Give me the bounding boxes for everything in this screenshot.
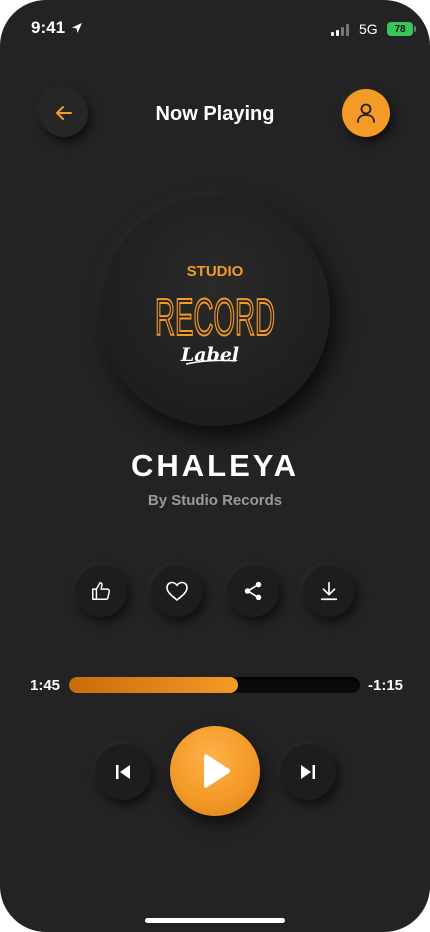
share-button[interactable] xyxy=(227,565,279,617)
network-label: 5G xyxy=(359,21,378,37)
play-icon xyxy=(204,754,230,788)
song-artist: By Studio Records xyxy=(147,492,283,509)
thumbs-up-icon xyxy=(92,582,111,600)
like-button[interactable] xyxy=(75,565,127,617)
previous-button[interactable] xyxy=(95,744,151,800)
skip-previous-icon xyxy=(116,765,130,779)
battery-level: 78 xyxy=(394,23,406,35)
elapsed-time: 1:45 xyxy=(30,677,61,694)
studio-record-label-logo: STUDIO RECORD Label xyxy=(154,263,276,366)
progress-fill xyxy=(69,677,238,693)
battery-cap xyxy=(414,26,416,32)
share-icon xyxy=(244,581,262,601)
signal-icon xyxy=(331,24,349,36)
profile-button[interactable] xyxy=(342,89,390,137)
battery-icon: 78 xyxy=(387,22,413,36)
status-time: 9:41 xyxy=(31,18,66,37)
progress-slider[interactable] xyxy=(69,677,360,693)
remaining-time: -1:15 xyxy=(368,677,404,694)
phone-screen: 9:41 5G 78 Now Playing STUDIO RECORD Lab… xyxy=(0,0,430,932)
location-arrow-icon xyxy=(72,23,82,33)
download-button[interactable] xyxy=(303,565,355,617)
download-icon xyxy=(320,581,338,601)
home-indicator[interactable] xyxy=(145,918,285,923)
next-button[interactable] xyxy=(280,744,336,800)
album-art: STUDIO RECORD Label xyxy=(100,196,330,426)
user-icon xyxy=(357,103,375,123)
logo-record-text: RECORD xyxy=(155,289,275,347)
favorite-button[interactable] xyxy=(151,565,203,617)
logo-studio-text: STUDIO xyxy=(187,263,244,280)
skip-next-icon xyxy=(301,765,315,779)
heart-icon xyxy=(166,581,188,601)
play-button[interactable] xyxy=(170,726,260,816)
song-title: CHALEYA xyxy=(131,448,299,483)
